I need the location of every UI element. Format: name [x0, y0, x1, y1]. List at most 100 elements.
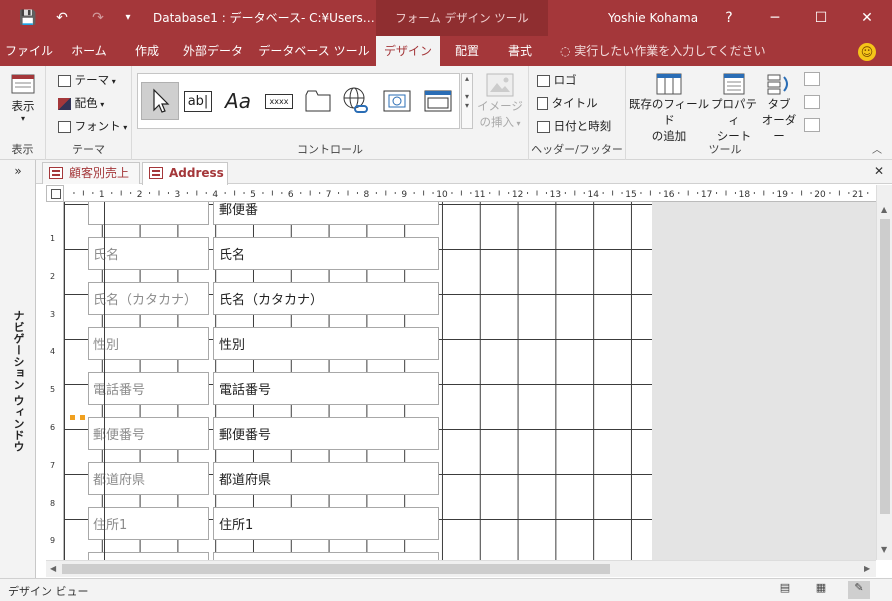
- form-label[interactable]: 電話番号: [88, 372, 209, 405]
- theme-button[interactable]: テーマ ▾: [58, 72, 116, 88]
- tab-control-icon[interactable]: [301, 82, 335, 120]
- scroll-right-icon[interactable]: ▶: [864, 564, 870, 573]
- property-sheet-button[interactable]: プロパティ シート: [710, 72, 758, 144]
- form-textbox[interactable]: 都道府県: [213, 462, 439, 495]
- horizontal-scroll-thumb[interactable]: [62, 564, 610, 574]
- customize-qat-icon[interactable]: ▾: [114, 0, 142, 36]
- button-control-icon[interactable]: xxxx: [261, 82, 297, 120]
- expand-nav-icon[interactable]: »: [0, 164, 36, 178]
- doctab-sales-by-customer[interactable]: 顧客別売上: [42, 162, 140, 184]
- scroll-left-icon[interactable]: ◀: [50, 564, 56, 573]
- feedback-smiley-icon[interactable]: ☺: [858, 43, 876, 61]
- status-text: デザイン ビュー: [8, 585, 89, 598]
- selection-handle[interactable]: [80, 415, 85, 420]
- ruler-number: 21: [852, 190, 863, 200]
- minimize-button[interactable]: ─: [752, 0, 798, 36]
- ruler-number: 4: [212, 190, 218, 200]
- undo-icon[interactable]: ↶: [48, 0, 76, 36]
- group-header-footer-label: ヘッダー/フッター: [531, 143, 623, 156]
- form-textbox[interactable]: 性別: [213, 327, 439, 360]
- ruler-number: 1: [50, 234, 56, 243]
- tab-external-data[interactable]: 外部データ: [174, 36, 252, 66]
- lightbulb-icon: ◌: [560, 44, 575, 58]
- title-button[interactable]: タイトル: [537, 95, 598, 111]
- view-button[interactable]: 表示 ▾: [6, 72, 40, 123]
- colors-button[interactable]: 配色 ▾: [58, 95, 104, 111]
- controls-gallery: ab| Aa xxxx: [137, 73, 460, 129]
- tab-order-button[interactable]: タブ オーダー: [758, 72, 800, 144]
- form-label[interactable]: 氏名: [88, 237, 209, 270]
- textbox-control-icon[interactable]: ab|: [181, 82, 215, 120]
- form-label[interactable]: 氏名（カタカナ）: [88, 282, 209, 315]
- scroll-up-icon[interactable]: ▲: [881, 205, 887, 214]
- form-textbox[interactable]: 住所1: [213, 507, 439, 540]
- web-browser-control-icon[interactable]: [379, 82, 415, 120]
- logo-button[interactable]: ロゴ: [537, 72, 577, 88]
- restore-button[interactable]: ☐: [798, 0, 844, 36]
- collapse-ribbon-icon[interactable]: ︿: [872, 141, 882, 156]
- code-icon[interactable]: [804, 72, 820, 86]
- help-button[interactable]: ?: [706, 0, 752, 36]
- form-label[interactable]: 性別: [88, 327, 209, 360]
- tab-database-tools[interactable]: データベース ツール: [252, 36, 376, 66]
- form-selector[interactable]: [46, 185, 64, 202]
- ruler-number: 3: [50, 309, 56, 319]
- doctab-label: 顧客別売上: [69, 166, 130, 180]
- user-name[interactable]: Yoshie Kohama: [608, 0, 698, 36]
- ribbon: 表示 ▾ 表示 テーマ ▾ 配色 ▾ フォント ▾ テーマ コントロール ab|…: [0, 66, 892, 160]
- layout-view-icon[interactable]: ▦: [810, 581, 832, 599]
- tab-create[interactable]: 作成: [120, 36, 174, 66]
- form-textbox[interactable]: 氏名: [213, 237, 439, 270]
- logo-label: ロゴ: [553, 73, 577, 87]
- fonts-label: フォント: [74, 119, 121, 133]
- close-button[interactable]: ✕: [844, 0, 890, 36]
- label-control-icon[interactable]: Aa: [221, 82, 255, 120]
- save-icon[interactable]: 💾: [14, 0, 42, 36]
- ruler-number: 11: [474, 190, 485, 200]
- tab-arrange[interactable]: 配置: [440, 36, 494, 66]
- scroll-down-icon[interactable]: ▼: [881, 545, 887, 554]
- navigation-pane[interactable]: » ナビゲーション ウィンドウ: [0, 160, 36, 578]
- add-existing-fields-button[interactable]: 既存のフィールド の追加: [628, 72, 710, 144]
- insert-image-label-2: の挿入 ▾: [479, 115, 521, 129]
- form-view-icon[interactable]: ▤: [774, 581, 796, 599]
- form-textbox[interactable]: 氏名（カタカナ）: [213, 282, 439, 315]
- select-pointer-icon[interactable]: [141, 82, 179, 120]
- form-textbox[interactable]: 電話番号: [213, 372, 439, 405]
- fonts-button[interactable]: フォント ▾: [58, 118, 127, 134]
- insert-image-button[interactable]: イメージ の挿入 ▾: [476, 72, 524, 130]
- theme-label: テーマ: [74, 73, 110, 87]
- gallery-scroll[interactable]: ▴ ▾ ▾: [461, 73, 473, 129]
- document-tabs: 顧客別売上 Address ✕: [0, 160, 892, 185]
- tell-me-box[interactable]: ◌ 実行したい作業を入力してください: [560, 36, 766, 66]
- redo-icon[interactable]: ↷: [84, 0, 112, 36]
- form-label[interactable]: 都道府県: [88, 462, 209, 495]
- tab-home[interactable]: ホーム: [58, 36, 120, 66]
- form-label[interactable]: 郵便番号: [88, 417, 209, 450]
- ruler-number: 19: [776, 190, 788, 200]
- close-doc-icon[interactable]: ✕: [874, 164, 884, 178]
- macro-icon[interactable]: [804, 95, 820, 109]
- selection-handle[interactable]: [70, 415, 75, 420]
- vertical-scrollbar[interactable]: ▲ ▼: [876, 185, 892, 560]
- hyperlink-control-icon[interactable]: [339, 82, 373, 120]
- ruler-number: 6: [50, 423, 56, 432]
- tab-file[interactable]: ファイル: [0, 36, 58, 66]
- ruler-number: 7: [326, 190, 332, 200]
- tab-design[interactable]: デザイン: [376, 36, 440, 66]
- horizontal-scrollbar[interactable]: ◀ ▶: [46, 560, 876, 577]
- subform-icon[interactable]: [804, 118, 820, 132]
- grid-guideline: [104, 202, 105, 560]
- horizontal-ruler[interactable]: 1 2 3 4 5 6 7 8 9 10 11 12 13 14 15 16 17 18 19 20 21: [64, 185, 876, 202]
- vertical-scroll-thumb[interactable]: [880, 219, 890, 514]
- navigation-control-icon[interactable]: [421, 82, 455, 120]
- form-textbox[interactable]: 郵便番号: [213, 417, 439, 450]
- vertical-ruler[interactable]: 12345678910: [46, 202, 64, 560]
- form-label[interactable]: 住所1: [88, 507, 209, 540]
- doctab-label: Address: [169, 166, 224, 180]
- design-view-icon[interactable]: ✎: [848, 581, 870, 599]
- tab-format[interactable]: 書式: [494, 36, 546, 66]
- ruler-number: 4: [50, 347, 56, 357]
- datetime-button[interactable]: 日付と時刻: [537, 118, 611, 134]
- doctab-address[interactable]: Address: [142, 162, 228, 185]
